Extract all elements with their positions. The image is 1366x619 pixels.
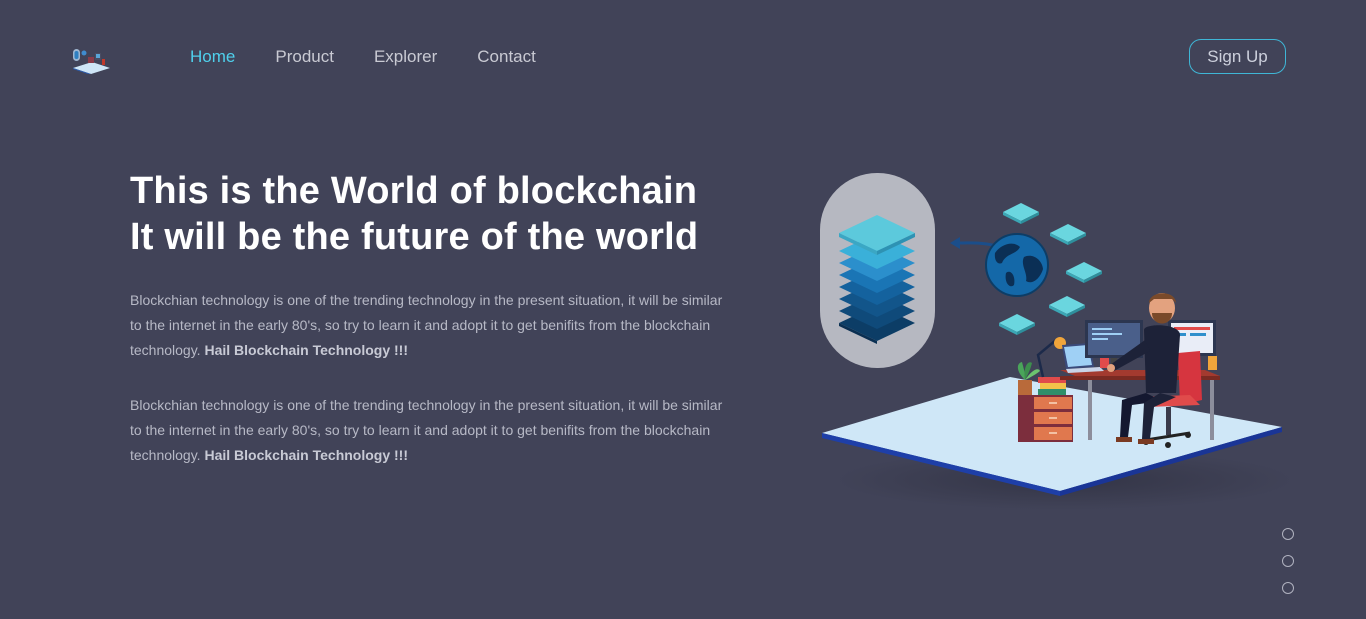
- slider-dot-3[interactable]: [1282, 582, 1294, 594]
- desk-lamp-icon: [1036, 337, 1066, 378]
- main-nav: Home Product Explorer Contact: [190, 47, 536, 67]
- hero-title-line-2: It will be the future of the world: [130, 216, 699, 258]
- hero-paragraph-2: Blockchian technology is one of the tren…: [130, 393, 730, 468]
- slider-dot-1[interactable]: [1282, 528, 1294, 540]
- slider-dot-2[interactable]: [1282, 555, 1294, 567]
- nav-contact-link[interactable]: Contact: [477, 47, 536, 67]
- nav-product-link[interactable]: Product: [275, 47, 334, 67]
- drawer-cabinet: [1018, 395, 1073, 442]
- blockchain-workspace-illustration: [820, 173, 1295, 510]
- paragraph-emphasis: Hail Blockchain Technology !!!: [204, 447, 409, 463]
- hero-title: This is the World of blockchain It will …: [130, 168, 770, 260]
- hero-paragraph-1: Blockchian technology is one of the tren…: [130, 288, 730, 363]
- hero-title-line-1: This is the World of blockchain: [130, 170, 698, 212]
- blockchain-desk-logo-icon[interactable]: [70, 44, 112, 74]
- globe-icon: [985, 233, 1049, 297]
- slider-pagination: [1282, 528, 1294, 594]
- paragraph-emphasis: Hail Blockchain Technology !!!: [204, 342, 409, 358]
- signup-button[interactable]: Sign Up: [1189, 39, 1286, 74]
- landing-page: Home Product Explorer Contact Sign Up Th…: [0, 0, 1366, 619]
- server-stack-icon: [820, 173, 935, 368]
- nav-explorer-link[interactable]: Explorer: [374, 47, 437, 67]
- cup-icon: [1208, 356, 1217, 370]
- nav-home-link[interactable]: Home: [190, 47, 235, 67]
